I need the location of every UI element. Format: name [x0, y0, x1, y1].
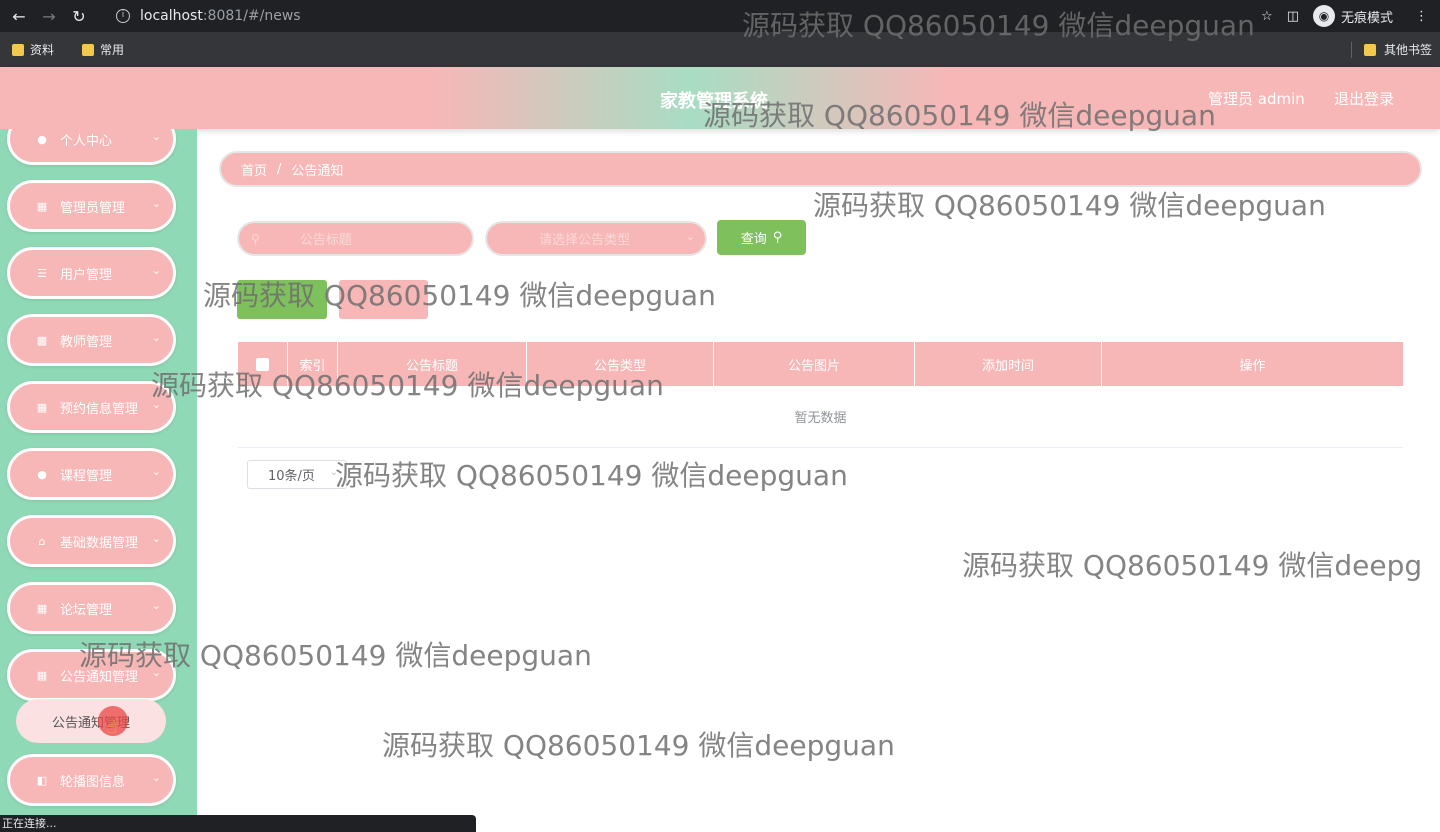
other-bookmarks[interactable]: 其他书签	[1350, 32, 1432, 67]
grid-icon: ▦	[36, 668, 48, 682]
chevron-down-icon: ⌄	[151, 465, 161, 478]
sidebar-item-label: 轮播图信息	[60, 774, 126, 790]
bookmark-folder[interactable]: 资料	[12, 41, 54, 58]
incognito-badge[interactable]: ◉ 无痕模式	[1312, 5, 1393, 27]
sidepanel-icon[interactable]: ◫	[1287, 9, 1299, 24]
sidebar-item-label: 论坛管理	[60, 602, 113, 618]
breadcrumb: 首页 / 公告通知	[219, 151, 1422, 187]
watermark: 源码获取 QQ86050149 微信deepg	[962, 549, 1423, 582]
browser-actions: ☆ ◫ ◉ 无痕模式 ⋮	[1261, 0, 1440, 32]
page-size-value: 10条/页	[268, 469, 315, 484]
column-header: 添加时间	[915, 342, 1102, 386]
chevron-down-icon: ⌄	[151, 771, 161, 784]
star-icon[interactable]: ☆	[1261, 9, 1273, 24]
page-size-select[interactable]: 10条/页 ⌄	[247, 460, 347, 489]
query-label: 查询	[740, 232, 767, 247]
sidebar-item-label: 课程管理	[60, 468, 113, 484]
sidebar-item-user-management[interactable]: ☰ 用户管理 ⌄	[7, 247, 176, 299]
title-search-placeholder: 公告标题	[299, 233, 352, 248]
chevron-down-icon: ⌄	[151, 264, 161, 277]
sidebar: ● 个人中心 ⌄ ▦ 管理员管理 ⌄ ☰ 用户管理 ⌄ ▩ 教师管理 ⌄ ▦ 预…	[0, 129, 197, 832]
breadcrumb-home[interactable]: 首页	[241, 160, 267, 179]
watermark: 源码获取 QQ86050149 微信deepguan	[79, 639, 592, 672]
type-select[interactable]: 请选择公告类型 ⌄	[485, 221, 707, 256]
query-button[interactable]: 查询 ⚲	[717, 220, 806, 255]
user-icon: ●	[37, 467, 47, 481]
forward-icon[interactable]: →	[34, 7, 64, 26]
column-header: 操作	[1239, 358, 1266, 374]
sidebar-item-course-management[interactable]: ● 课程管理 ⌄	[7, 448, 176, 500]
folder-icon	[12, 43, 24, 56]
sidebar-item-label: 个人中心	[60, 133, 113, 149]
breadcrumb-separator: /	[277, 161, 282, 177]
info-icon[interactable]: i	[116, 9, 130, 23]
watermark: 源码获取 QQ86050149 微信deepguan	[203, 279, 716, 312]
chevron-down-icon: ⌄	[151, 599, 161, 612]
home-icon: ⌂	[38, 534, 46, 548]
sidebar-item-personal-center[interactable]: ● 个人中心 ⌄	[7, 129, 176, 165]
incognito-label: 无痕模式	[1340, 10, 1393, 26]
bookmark-label: 资料	[30, 43, 55, 57]
reload-icon[interactable]: ↻	[64, 7, 94, 26]
browser-status: 正在连接...	[0, 815, 476, 832]
grid-icon: ▦	[36, 400, 48, 414]
chevron-down-icon: ⌄	[151, 130, 161, 143]
chevron-down-icon: ⌄	[151, 532, 161, 545]
sidebar-item-label: 基础数据管理	[60, 535, 139, 551]
sidebar-item-label: 教师管理	[60, 334, 113, 350]
watermark: 源码获取 QQ86050149 微信deepguan	[703, 99, 1216, 132]
clipboard-icon: ▩	[36, 333, 48, 347]
bookmark-folder[interactable]: 常用	[82, 41, 124, 58]
divider	[1350, 41, 1352, 58]
list-icon: ☰	[37, 266, 47, 280]
search-icon: ⚲	[772, 230, 783, 245]
bookmark-label: 常用	[100, 43, 125, 57]
watermark: 源码获取 QQ86050149 微信deepguan	[151, 369, 664, 402]
sidebar-item-teacher-management[interactable]: ▩ 教师管理 ⌄	[7, 314, 176, 366]
logout-link[interactable]: 退出登录	[1334, 88, 1394, 109]
chevron-down-icon: ⌄	[151, 197, 161, 210]
empty-text: 暂无数据	[794, 411, 847, 426]
sidebar-subitem-notice[interactable]: 公告通知管理	[16, 699, 166, 743]
watermark: 源码获取 QQ86050149 微信deepguan	[382, 729, 895, 762]
folder-icon	[1363, 43, 1376, 56]
title-search-input[interactable]: ⚲ 公告标题	[237, 221, 474, 256]
watermark: 源码获取 QQ86050149 微信deepguan	[335, 459, 848, 492]
sidebar-item-label: 用户管理	[60, 267, 113, 283]
url-host: localhost	[140, 8, 203, 24]
sidebar-item-admin-management[interactable]: ▦ 管理员管理 ⌄	[7, 180, 176, 232]
incognito-icon: ◉	[1312, 5, 1335, 27]
folder-icon	[82, 43, 95, 56]
grid-icon: ▦	[36, 199, 48, 213]
user-icon: ●	[37, 132, 47, 146]
image-icon: ◧	[36, 773, 48, 787]
column-header: 公告图片	[714, 342, 915, 386]
sidebar-item-forum-management[interactable]: ▦ 论坛管理 ⌄	[7, 582, 176, 634]
watermark: 源码获取 QQ86050149 微信deepguan	[742, 9, 1255, 42]
type-select-placeholder: 请选择公告类型	[539, 233, 631, 248]
menu-dots-icon[interactable]: ⋮	[1415, 9, 1428, 24]
sidebar-item-label: 管理员管理	[60, 200, 126, 216]
sidebar-item-label: 预约信息管理	[60, 401, 139, 417]
back-icon[interactable]: ←	[4, 7, 34, 26]
watermark: 源码获取 QQ86050149 微信deepguan	[813, 189, 1326, 222]
chevron-down-icon: ⌄	[151, 331, 161, 344]
url-path: :8081/#/news	[202, 8, 301, 24]
search-icon: ⚲	[251, 231, 260, 246]
chevron-down-icon: ⌄	[685, 230, 695, 243]
breadcrumb-current: 公告通知	[291, 163, 344, 179]
sidebar-item-carousel[interactable]: ◧ 轮播图信息 ⌄	[7, 754, 176, 806]
grid-icon: ▦	[36, 601, 48, 615]
current-user: 管理员 admin	[1208, 90, 1305, 108]
sidebar-item-basic-data[interactable]: ⌂ 基础数据管理 ⌄	[7, 515, 176, 567]
other-bookmarks-label: 其他书签	[1383, 43, 1432, 57]
hand-cursor-icon: ☝	[106, 717, 117, 738]
